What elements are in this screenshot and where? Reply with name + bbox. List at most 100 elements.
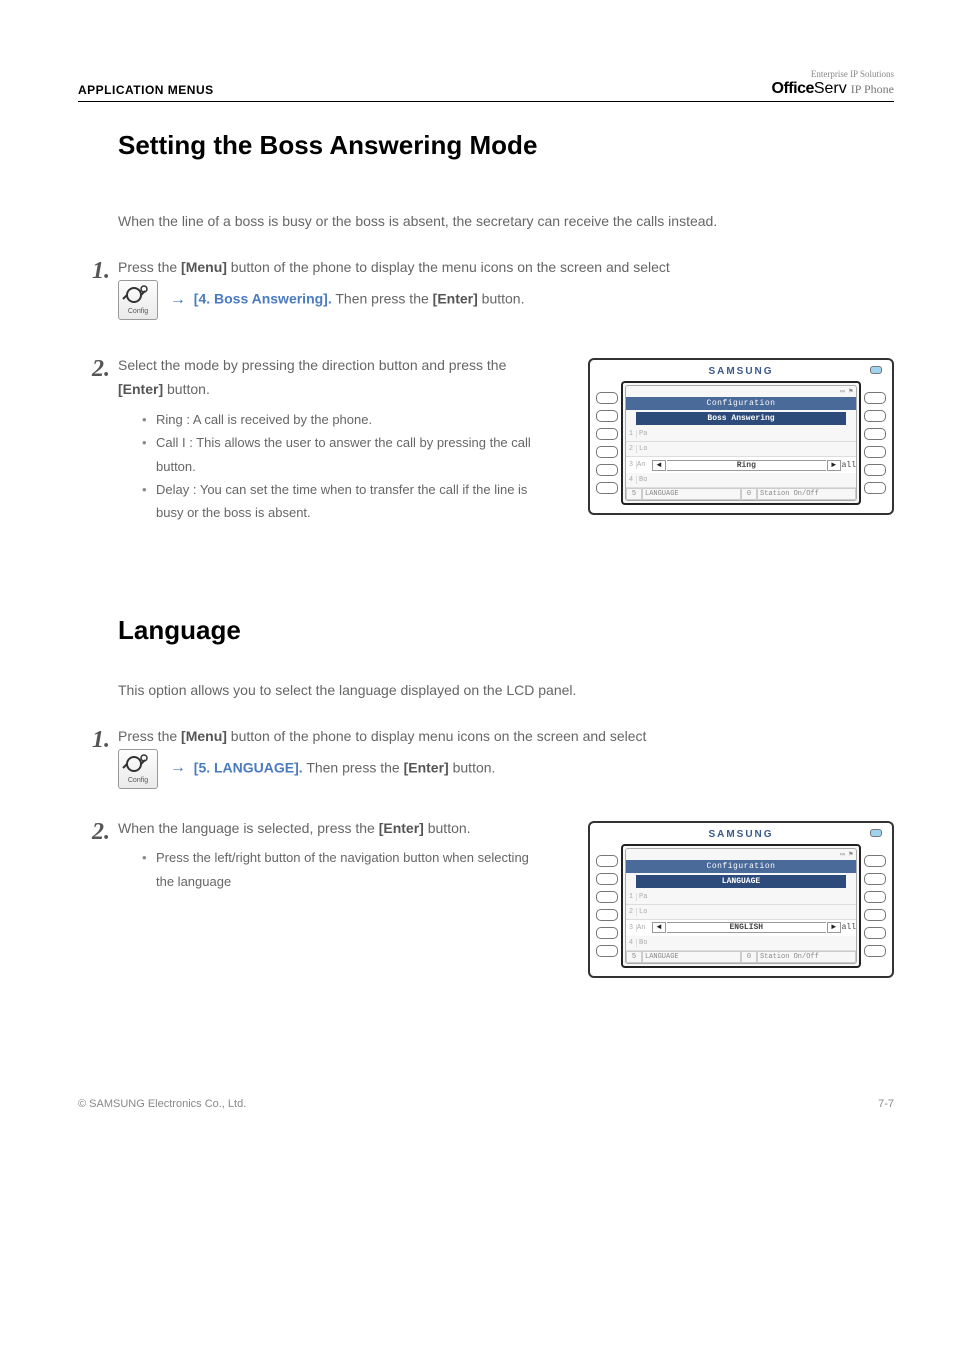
phone-preview-language: SAMSUNG [588, 821, 894, 978]
row-num: 4 [626, 939, 637, 947]
side-button[interactable] [864, 410, 886, 422]
selector-value: ENGLISH [667, 922, 826, 933]
side-button[interactable] [864, 482, 886, 494]
row-num: 2 [626, 908, 637, 916]
config-icon: Config [118, 280, 158, 320]
side-button[interactable] [864, 909, 886, 921]
t: Press the [118, 728, 181, 744]
list-item: Ring : A call is received by the phone. [142, 408, 548, 431]
row-text: Bo [637, 476, 833, 484]
section1-step1: 1. Press the [Menu] button of the phone … [118, 256, 894, 320]
row-text: Lo [637, 908, 833, 916]
phone-preview-boss: SAMSUNG ▭ ⚑ Configu [588, 358, 894, 515]
side-button[interactable] [864, 464, 886, 476]
side-button[interactable] [596, 891, 618, 903]
screen-selector[interactable]: 3 An ◄ Ring ► all [626, 457, 856, 473]
row-text: Bo [637, 939, 833, 947]
enter-key-label: [Enter] [404, 759, 449, 775]
screen-band: Boss Answering [636, 412, 846, 425]
side-button[interactable] [596, 482, 618, 494]
section1-bullet-list: Ring : A call is received by the phone. … [142, 408, 548, 525]
list-item: Delay : You can set the time when to tra… [142, 478, 548, 525]
section2-step2-text: When the language is selected, press the… [118, 817, 548, 841]
chevron-left-icon[interactable]: ◄ [652, 922, 666, 933]
side-button[interactable] [596, 410, 618, 422]
led-icon [870, 366, 882, 374]
enter-key-label: [Enter] [118, 381, 163, 397]
section2-title: Language [118, 615, 894, 646]
t: Select the mode by pressing the directio… [118, 357, 506, 373]
brand-tagline: Enterprise IP Solutions [772, 70, 894, 80]
foot-right: Station On/Off [757, 951, 856, 963]
section1-step2: 2. Select the mode by pressing the direc… [118, 354, 894, 525]
side-button[interactable] [596, 428, 618, 440]
list-item: Call I : This allows the user to answer … [142, 431, 548, 478]
side-button[interactable] [596, 392, 618, 404]
row-text: Lo [637, 445, 833, 453]
side-button[interactable] [596, 855, 618, 867]
foot-left: LANGUAGE [642, 951, 741, 963]
page-footer: © SAMSUNG Electronics Co., Ltd. 7-7 [78, 1098, 894, 1110]
side-button[interactable] [864, 392, 886, 404]
page-header: APPLICATION MENUS Enterprise IP Solution… [78, 70, 894, 102]
screen-title: Configuration [626, 397, 856, 410]
side-button[interactable] [596, 945, 618, 957]
header-left-text: APPLICATION MENUS [78, 83, 214, 97]
t: button of the phone to display the menu … [227, 259, 670, 275]
t: button of the phone to display menu icon… [227, 728, 647, 744]
selector-value: Ring [667, 460, 826, 471]
row-right: all [842, 461, 856, 470]
menu-path-language: [5. LANGUAGE]. [194, 759, 303, 775]
screen-footer: 5 LANGUAGE 0 Station On/Off [626, 488, 856, 500]
row-num: 1 [626, 430, 637, 438]
side-button[interactable] [864, 891, 886, 903]
section2-step1-text: Press the [Menu] button of the phone to … [118, 725, 894, 789]
row-text: An [637, 461, 651, 469]
section2-bullet-list: Press the left/right button of the navig… [142, 846, 548, 893]
foot-left: LANGUAGE [642, 488, 741, 500]
side-button[interactable] [596, 464, 618, 476]
row-text: An [637, 924, 651, 932]
side-button[interactable] [596, 446, 618, 458]
table-row: 2 Lo [626, 905, 856, 920]
side-button[interactable] [596, 927, 618, 939]
side-button[interactable] [864, 446, 886, 458]
screen-footer: 5 LANGUAGE 0 Station On/Off [626, 951, 856, 963]
menu-key-label: [Menu] [181, 728, 227, 744]
t: button. [449, 759, 496, 775]
step-number-2: 2. [92, 819, 110, 846]
side-button[interactable] [596, 873, 618, 885]
row-num: 3 [626, 461, 637, 469]
side-button[interactable] [864, 428, 886, 440]
list-item: Press the left/right button of the navig… [142, 846, 548, 893]
copyright-text: © SAMSUNG Electronics Co., Ltd. [78, 1098, 246, 1110]
screen-selector[interactable]: 3 An ◄ ENGLISH ► all [626, 920, 856, 936]
t: When the language is selected, press the [118, 820, 379, 836]
foot-num: 5 [626, 951, 642, 963]
section1-intro: When the line of a boss is busy or the b… [118, 211, 894, 232]
side-button[interactable] [864, 927, 886, 939]
t: Then press the [335, 291, 432, 307]
section2-step1: 1. Press the [Menu] button of the phone … [118, 725, 894, 789]
chevron-left-icon[interactable]: ◄ [652, 460, 666, 471]
t: button. [163, 381, 210, 397]
side-button[interactable] [864, 873, 886, 885]
chevron-right-icon[interactable]: ► [827, 922, 841, 933]
foot-right: Station On/Off [757, 488, 856, 500]
brand-serv: Serv [814, 80, 847, 97]
phone-right-buttons [864, 381, 886, 505]
table-row: 4 Bo [626, 936, 856, 951]
section1-step1-text: Press the [Menu] button of the phone to … [118, 256, 894, 320]
section1-step2-text: Select the mode by pressing the directio… [118, 354, 548, 402]
side-button[interactable] [864, 945, 886, 957]
row-num: 2 [626, 445, 637, 453]
screen-status-icons: ▭ ⚑ [626, 849, 856, 860]
phone-brand-label: SAMSUNG [708, 829, 773, 840]
led-icon [870, 829, 882, 837]
side-button[interactable] [596, 909, 618, 921]
side-button[interactable] [864, 855, 886, 867]
arrow-icon: → [170, 291, 186, 308]
step-number-1: 1. [92, 258, 110, 285]
chevron-right-icon[interactable]: ► [827, 460, 841, 471]
phone-screen: ▭ ⚑ Configuration LANGUAGE 1 Pa 2 [621, 844, 861, 968]
